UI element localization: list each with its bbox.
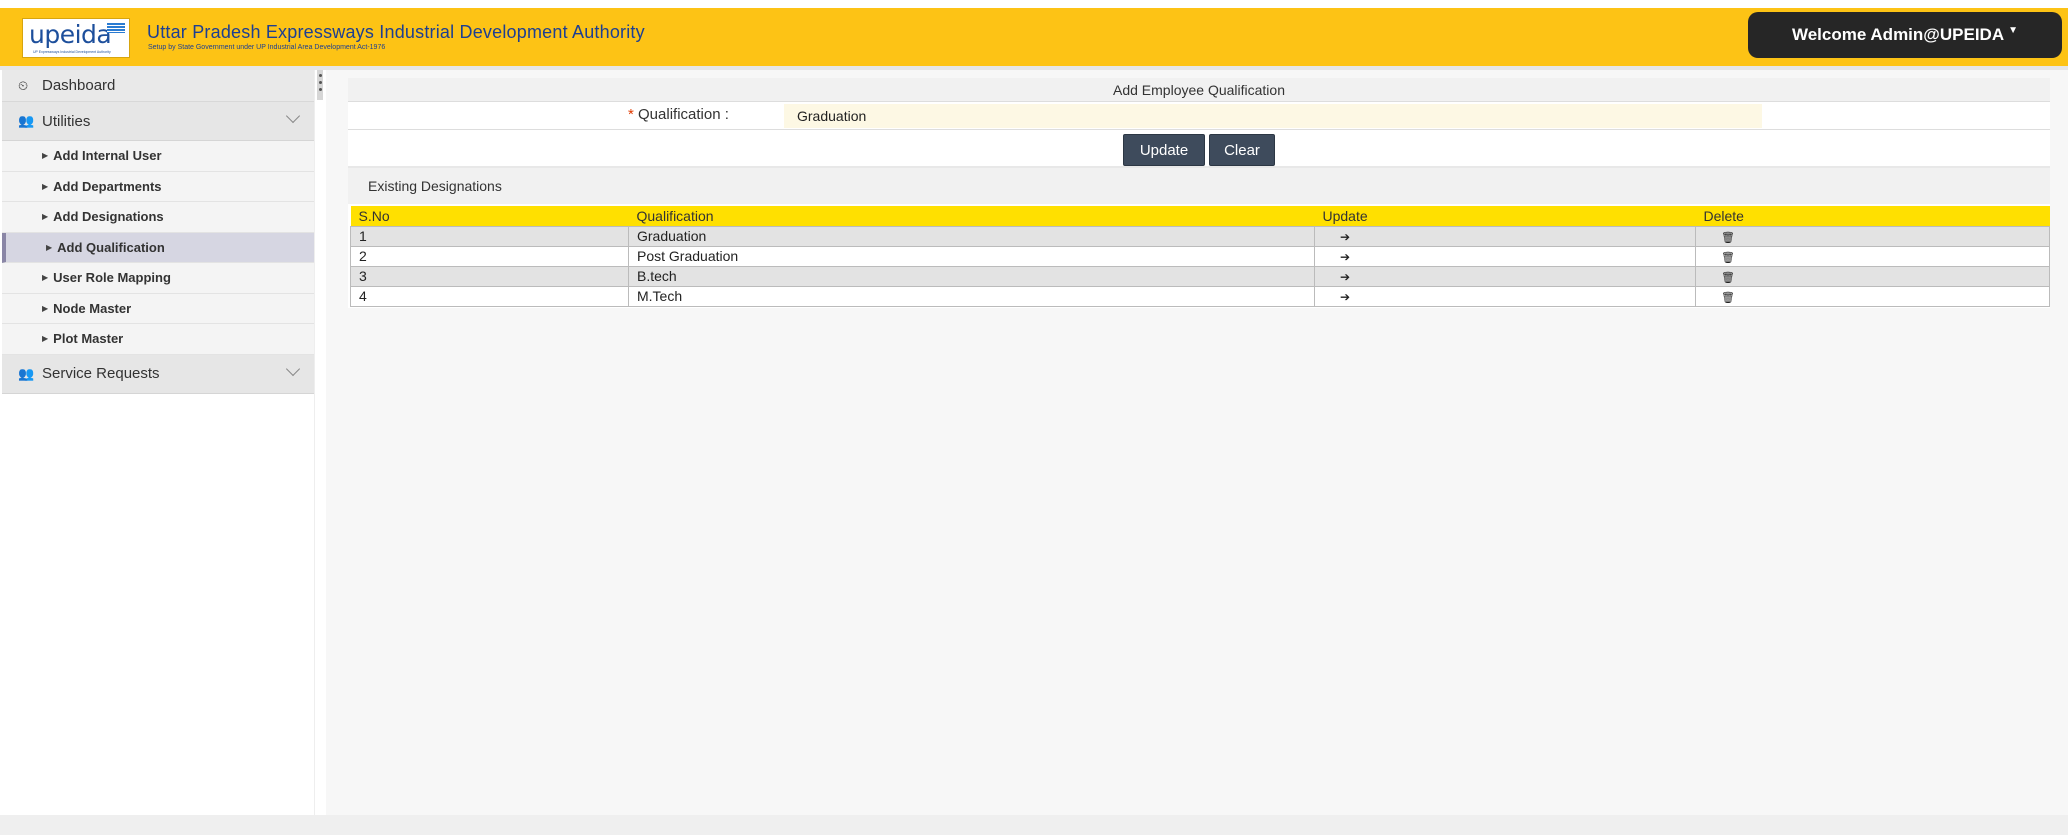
caret-right-icon: ▶ <box>42 334 49 344</box>
sidebar-item-add-qualification[interactable]: ▶ Add Qualification <box>2 232 314 263</box>
logo-tagline: UP Expressways Industrial Development Au… <box>33 50 111 54</box>
caret-right-icon: ▶ <box>42 303 49 313</box>
sidebar-item-label: Add Internal User <box>53 148 162 164</box>
sidebar-item-label: Add Designations <box>53 209 164 225</box>
grip-dot-icon <box>318 74 322 77</box>
qualification-table: S.No Qualification Update Delete 1 Gradu… <box>350 206 2050 307</box>
grip-dot-icon <box>318 81 322 84</box>
sidebar-item-add-designations[interactable]: ▶ Add Designations <box>2 202 314 233</box>
cell-qualification: B.tech <box>628 265 1315 287</box>
table-row: 3 B.tech ➔ 🗑 <box>350 265 2050 287</box>
cell-delete: 🗑 <box>1695 245 2050 267</box>
sidebar-group-label: Service Requests <box>42 365 160 382</box>
qualification-form: Add Employee Qualification * Qualificati… <box>348 78 2050 168</box>
table-row: 2 Post Graduation ➔ 🗑 <box>350 245 2050 267</box>
qualification-label: * Qualification : <box>628 106 729 123</box>
cell-update: ➔ <box>1314 265 1696 287</box>
logo-stripes-icon <box>107 23 125 33</box>
clear-button[interactable]: Clear <box>1209 134 1275 166</box>
logo-word: upeida <box>29 20 112 49</box>
caret-down-icon: ▼ <box>2008 24 2019 36</box>
upeida-logo[interactable]: upeida UP Expressways Industrial Develop… <box>22 18 130 58</box>
sign-in-icon[interactable]: ➔ <box>1340 270 1350 284</box>
cell-qualification: Graduation <box>628 225 1315 247</box>
trash-icon[interactable]: 🗑 <box>1721 251 1735 264</box>
user-menu-button[interactable]: Welcome Admin@UPEIDA ▼ <box>1748 12 2062 58</box>
sidebar-item-label: Plot Master <box>53 331 124 347</box>
sidebar-item-label: Node Master <box>53 300 132 316</box>
caret-right-icon: ▶ <box>42 212 49 222</box>
cell-sno: 4 <box>350 285 629 307</box>
column-header-qualification: Qualification <box>628 206 1315 226</box>
trash-icon[interactable]: 🗑 <box>1721 271 1735 284</box>
cell-delete: 🗑 <box>1695 265 2050 287</box>
grip-dot-icon <box>318 88 322 91</box>
caret-right-icon: ▶ <box>46 242 53 252</box>
table-row: 1 Graduation ➔ 🗑 <box>350 225 2050 247</box>
sidebar-group-service-requests[interactable]: 👥 Service Requests <box>2 354 314 394</box>
cell-update: ➔ <box>1314 225 1696 247</box>
chevron-down-icon <box>285 361 301 376</box>
caret-right-icon: ▶ <box>42 273 49 283</box>
sidebar-group-label: Utilities <box>42 112 91 130</box>
sidebar-item-dashboard[interactable]: ⏲ Dashboard <box>2 70 314 102</box>
welcome-text: Welcome Admin@UPEIDA <box>1791 25 2005 44</box>
list-title: Existing Designations <box>348 168 2050 204</box>
table-row: 4 M.Tech ➔ 🗑 <box>350 285 2050 307</box>
cell-sno: 3 <box>350 265 629 287</box>
org-subtitle: Setup by State Government under UP Indus… <box>148 44 386 51</box>
sign-in-icon[interactable]: ➔ <box>1340 250 1350 264</box>
cell-qualification: Post Graduation <box>628 245 1315 267</box>
users-icon: 👥 <box>18 365 35 381</box>
table-header-row: S.No Qualification Update Delete <box>350 206 2050 226</box>
cell-delete: 🗑 <box>1695 225 2050 247</box>
qualification-label-text: Qualification : <box>638 106 729 123</box>
sidebar-item-label: Add Departments <box>53 178 162 194</box>
qualification-input[interactable] <box>784 104 1762 128</box>
form-actions: Update Clear <box>348 134 2050 168</box>
sidebar: ⏲ Dashboard 👥 Utilities ▶ Add Internal U… <box>2 70 315 815</box>
column-header-update: Update <box>1314 206 1696 226</box>
cell-delete: 🗑 <box>1695 285 2050 307</box>
org-title: Uttar Pradesh Expressways Industrial Dev… <box>147 22 645 42</box>
sidebar-item-user-role-mapping[interactable]: ▶ User Role Mapping <box>2 263 314 294</box>
qualification-row: * Qualification : <box>348 102 2050 130</box>
cell-qualification: M.Tech <box>628 285 1315 307</box>
dashboard-icon: ⏲ <box>18 77 29 93</box>
sidebar-item-label: User Role Mapping <box>53 270 171 286</box>
app-header: upeida UP Expressways Industrial Develop… <box>0 8 2068 66</box>
sidebar-item-label: Dashboard <box>42 77 116 94</box>
users-icon: 👥 <box>18 113 35 128</box>
required-mark: * <box>628 106 634 123</box>
sidebar-item-plot-master[interactable]: ▶ Plot Master <box>2 324 314 355</box>
chevron-down-icon <box>285 108 301 124</box>
footer-strip <box>0 815 2068 835</box>
sign-in-icon[interactable]: ➔ <box>1340 290 1350 304</box>
trash-icon[interactable]: 🗑 <box>1721 291 1735 304</box>
column-header-sno: S.No <box>350 206 629 226</box>
caret-right-icon: ▶ <box>42 151 49 161</box>
sidebar-collapse-handle[interactable] <box>317 70 323 100</box>
existing-list: Existing Designations S.No Qualification… <box>348 166 2050 308</box>
column-header-delete: Delete <box>1695 206 2050 226</box>
sign-in-icon[interactable]: ➔ <box>1340 230 1350 244</box>
main-content: Add Employee Qualification * Qualificati… <box>326 70 2068 835</box>
sidebar-group-utilities[interactable]: 👥 Utilities <box>2 102 314 141</box>
trash-icon[interactable]: 🗑 <box>1721 231 1735 244</box>
cell-sno: 2 <box>350 245 629 267</box>
sidebar-item-add-internal-user[interactable]: ▶ Add Internal User <box>2 141 314 172</box>
update-button[interactable]: Update <box>1123 134 1205 166</box>
cell-update: ➔ <box>1314 285 1696 307</box>
form-title: Add Employee Qualification <box>348 78 2050 102</box>
sidebar-item-node-master[interactable]: ▶ Node Master <box>2 293 314 324</box>
cell-update: ➔ <box>1314 245 1696 267</box>
sidebar-item-add-departments[interactable]: ▶ Add Departments <box>2 171 314 202</box>
sidebar-item-label: Add Qualification <box>57 239 165 255</box>
caret-right-icon: ▶ <box>42 181 49 191</box>
cell-sno: 1 <box>350 225 629 247</box>
